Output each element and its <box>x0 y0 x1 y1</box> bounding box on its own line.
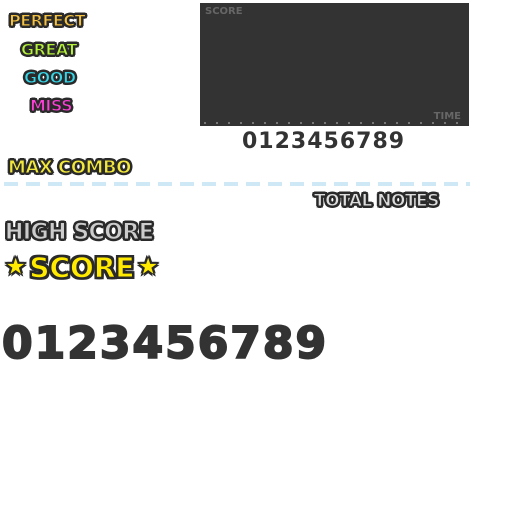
dashed-divider <box>4 182 470 186</box>
miss-label: MISS <box>29 96 73 116</box>
total-notes-label: TOTAL NOTES <box>314 191 440 212</box>
good-label: GOOD <box>24 68 77 88</box>
star-icon: ★ <box>136 252 160 283</box>
high-score-label: HIGH SCORE <box>4 220 154 246</box>
score-banner: ★ SCORE ★ <box>3 250 160 284</box>
graph-score-label: SCORE <box>205 6 243 17</box>
star-icon: ★ <box>3 252 28 283</box>
perfect-label: PERFECT <box>9 11 87 31</box>
score-label: SCORE <box>29 250 135 284</box>
graph-time-dots <box>204 122 465 124</box>
max-combo-label: MAX COMBO <box>8 157 132 179</box>
score-time-graph-panel: SCORE TIME <box>200 3 469 126</box>
large-digit-strip: 0123456789 <box>1 317 329 370</box>
great-label: GREAT <box>21 40 78 60</box>
graph-time-label: TIME <box>433 111 461 122</box>
small-digit-strip: 0123456789 <box>242 129 406 154</box>
